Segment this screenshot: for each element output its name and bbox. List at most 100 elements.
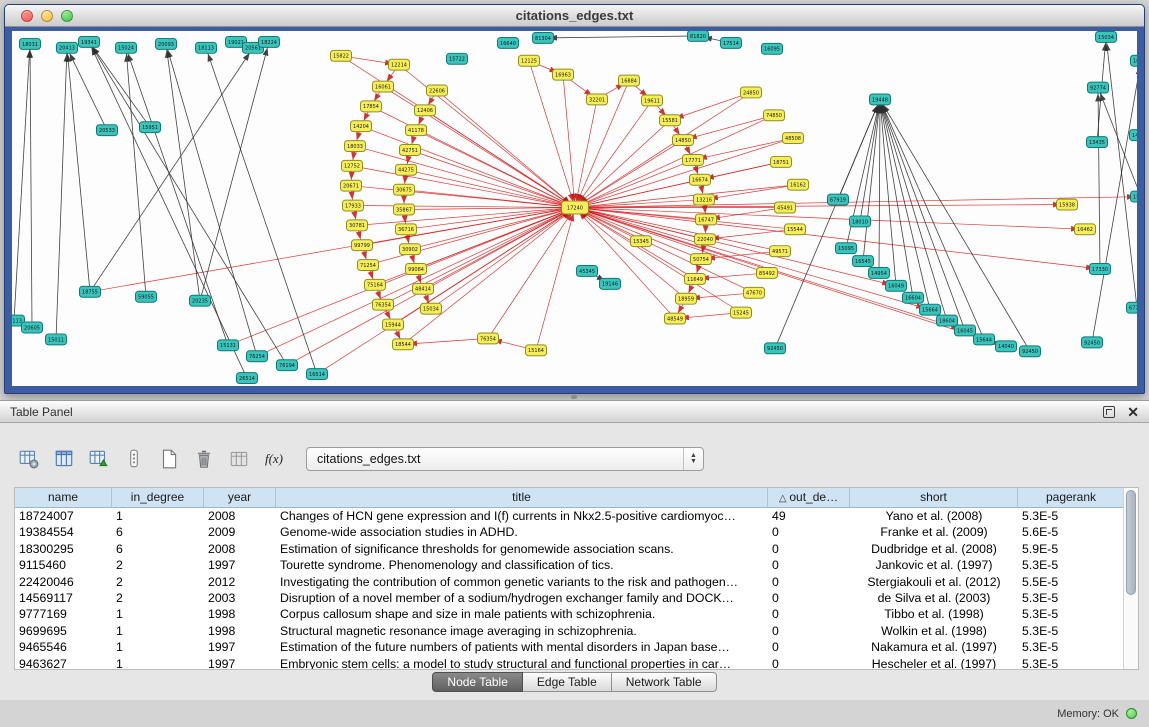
show-columns-icon[interactable] xyxy=(51,446,77,472)
column-header-in_degree[interactable]: in_degree xyxy=(112,488,204,507)
tab-edge-table[interactable]: Edge Table xyxy=(523,672,612,692)
graph-node[interactable]: 16674 xyxy=(690,174,711,185)
graph-node[interactable]: 18544 xyxy=(393,339,414,350)
float-panel-icon[interactable] xyxy=(1103,406,1115,418)
graph-node[interactable]: 17514 xyxy=(721,37,742,48)
graph-node[interactable]: 16325 xyxy=(1131,55,1138,66)
graph-node[interactable]: 74850 xyxy=(764,110,785,121)
graph-node[interactable]: 18031 xyxy=(20,38,41,49)
graph-node[interactable]: 19146 xyxy=(600,278,621,289)
graph-node[interactable]: 30675 xyxy=(394,184,415,195)
table-row[interactable]: 946362711997Embryonic stem cells: a mode… xyxy=(15,656,1123,670)
graph-node[interactable]: 16963 xyxy=(553,69,574,80)
graph-node[interactable]: 67730 xyxy=(1127,302,1138,313)
graph-node[interactable]: 36716 xyxy=(396,224,417,235)
graph-node[interactable]: 15664 xyxy=(920,304,941,315)
graph-node[interactable]: 76354 xyxy=(478,333,499,344)
graph-node[interactable]: 14040 xyxy=(996,341,1017,352)
graph-node[interactable]: 48508 xyxy=(783,133,804,144)
graph-node[interactable]: 50754 xyxy=(691,254,712,265)
close-window-button[interactable] xyxy=(21,10,33,22)
graph-node[interactable]: 15938 xyxy=(1057,199,1078,210)
graph-node[interactable]: 15951 xyxy=(140,122,161,133)
graph-node[interactable]: 14850 xyxy=(673,135,694,146)
graph-node[interactable]: 15544 xyxy=(785,224,806,235)
graph-node[interactable]: 14145 xyxy=(1130,130,1138,141)
graph-node[interactable]: 18604 xyxy=(937,315,958,326)
tab-node-table[interactable]: Node Table xyxy=(432,672,523,692)
graph-node[interactable]: 16049 xyxy=(886,280,907,291)
table-row[interactable]: 969969511998Structural magnetic resonanc… xyxy=(15,623,1123,639)
graph-node[interactable]: 15095 xyxy=(836,243,857,254)
graph-node[interactable]: 12214 xyxy=(389,59,410,70)
graph-node[interactable]: 20235 xyxy=(190,295,211,306)
graph-node[interactable]: 12125 xyxy=(519,55,540,66)
graph-node[interactable]: 48414 xyxy=(413,283,434,294)
graph-node[interactable]: 22606 xyxy=(427,85,448,96)
graph-node[interactable]: 15722 xyxy=(447,53,468,64)
graph-node[interactable]: 59055 xyxy=(136,291,157,302)
create-column-icon[interactable] xyxy=(86,446,112,472)
graph-node[interactable]: 99799 xyxy=(352,240,373,251)
table-row[interactable]: 1872400712008Changes of HCN gene express… xyxy=(15,508,1123,524)
graph-node[interactable]: 32201 xyxy=(587,94,608,105)
graph-node[interactable]: 16045 xyxy=(955,325,976,336)
graph-node[interactable]: 12406 xyxy=(415,105,436,116)
graph-node[interactable]: 15944 xyxy=(383,319,404,330)
graph-node[interactable]: 18755 xyxy=(80,286,101,297)
graph-node[interactable]: 15644 xyxy=(974,334,995,345)
graph-node[interactable]: 15822 xyxy=(331,50,352,61)
graph-node[interactable]: 16640 xyxy=(498,37,519,48)
graph-node[interactable]: 24850 xyxy=(741,87,762,98)
graph-node[interactable]: 16747 xyxy=(696,214,717,225)
new-table-icon[interactable] xyxy=(156,446,182,472)
graph-node[interactable]: 76354 xyxy=(373,299,394,310)
delete-table-icon[interactable] xyxy=(226,446,252,472)
graph-node[interactable]: 17933 xyxy=(343,200,364,211)
graph-node[interactable]: 76254 xyxy=(247,351,268,362)
graph-node[interactable]: 20093 xyxy=(156,38,177,49)
column-header-short[interactable]: short xyxy=(850,488,1018,507)
graph-node[interactable]: 15094 xyxy=(1131,191,1138,202)
graph-node[interactable]: 16545 xyxy=(853,256,874,267)
graph-node[interactable]: 15011 xyxy=(46,334,67,345)
graph-node[interactable]: 16884 xyxy=(619,75,640,86)
graph-node[interactable]: 18959 xyxy=(676,293,697,304)
graph-node[interactable]: 15164 xyxy=(526,345,547,356)
graph-node[interactable]: 15245 xyxy=(731,307,752,318)
table-row[interactable]: 977716911998Corpus callosum shape and si… xyxy=(15,606,1123,622)
graph-node[interactable]: 76194 xyxy=(277,360,298,371)
table-select-dropdown[interactable]: citations_edges.txt ▲▼ xyxy=(306,447,704,471)
graph-node[interactable]: 16095 xyxy=(762,43,783,54)
graph-node[interactable]: 44275 xyxy=(396,164,417,175)
graph-node[interactable]: 18224 xyxy=(259,36,280,47)
graph-node[interactable]: 16061 xyxy=(373,81,394,92)
column-header-title[interactable]: title xyxy=(276,488,768,507)
graph-node[interactable]: 81820 xyxy=(688,31,709,41)
window-titlebar[interactable]: citations_edges.txt xyxy=(5,5,1144,27)
table-settings-icon[interactable] xyxy=(16,446,42,472)
graph-node[interactable]: 92450 xyxy=(765,343,786,354)
delete-icon[interactable] xyxy=(191,446,217,472)
graph-node[interactable]: 92450 xyxy=(1082,337,1103,348)
graph-node[interactable]: 14954 xyxy=(869,268,890,279)
graph-node[interactable]: 16462 xyxy=(1075,224,1096,235)
graph-node[interactable]: 18033 xyxy=(345,141,366,152)
table-row[interactable]: 946554611997Estimation of the future num… xyxy=(15,639,1123,655)
panel-resize-handle[interactable] xyxy=(571,395,577,399)
graph-node[interactable]: 20413 xyxy=(57,42,78,53)
network-view[interactable]: 1724015822122141606117854142041803312752… xyxy=(12,31,1137,386)
graph-node[interactable]: 20533 xyxy=(97,125,118,136)
graph-node[interactable]: 11649 xyxy=(685,273,706,284)
graph-node[interactable]: 17330 xyxy=(1090,264,1111,275)
graph-node[interactable]: 19448 xyxy=(870,94,891,105)
graph-node[interactable]: 13435 xyxy=(1087,137,1108,148)
graph-node[interactable]: 15131 xyxy=(218,340,239,351)
network-canvas[interactable]: 1724015822122141606117854142041803312752… xyxy=(12,31,1137,386)
graph-node[interactable]: 18010 xyxy=(850,216,871,227)
graph-node[interactable]: 92774 xyxy=(1088,82,1109,93)
graph-node[interactable]: 15345 xyxy=(631,236,652,247)
graph-node[interactable]: 18113 xyxy=(196,42,217,53)
function-builder-icon[interactable]: f(x) xyxy=(261,446,287,472)
graph-node[interactable]: 67919 xyxy=(828,194,849,205)
